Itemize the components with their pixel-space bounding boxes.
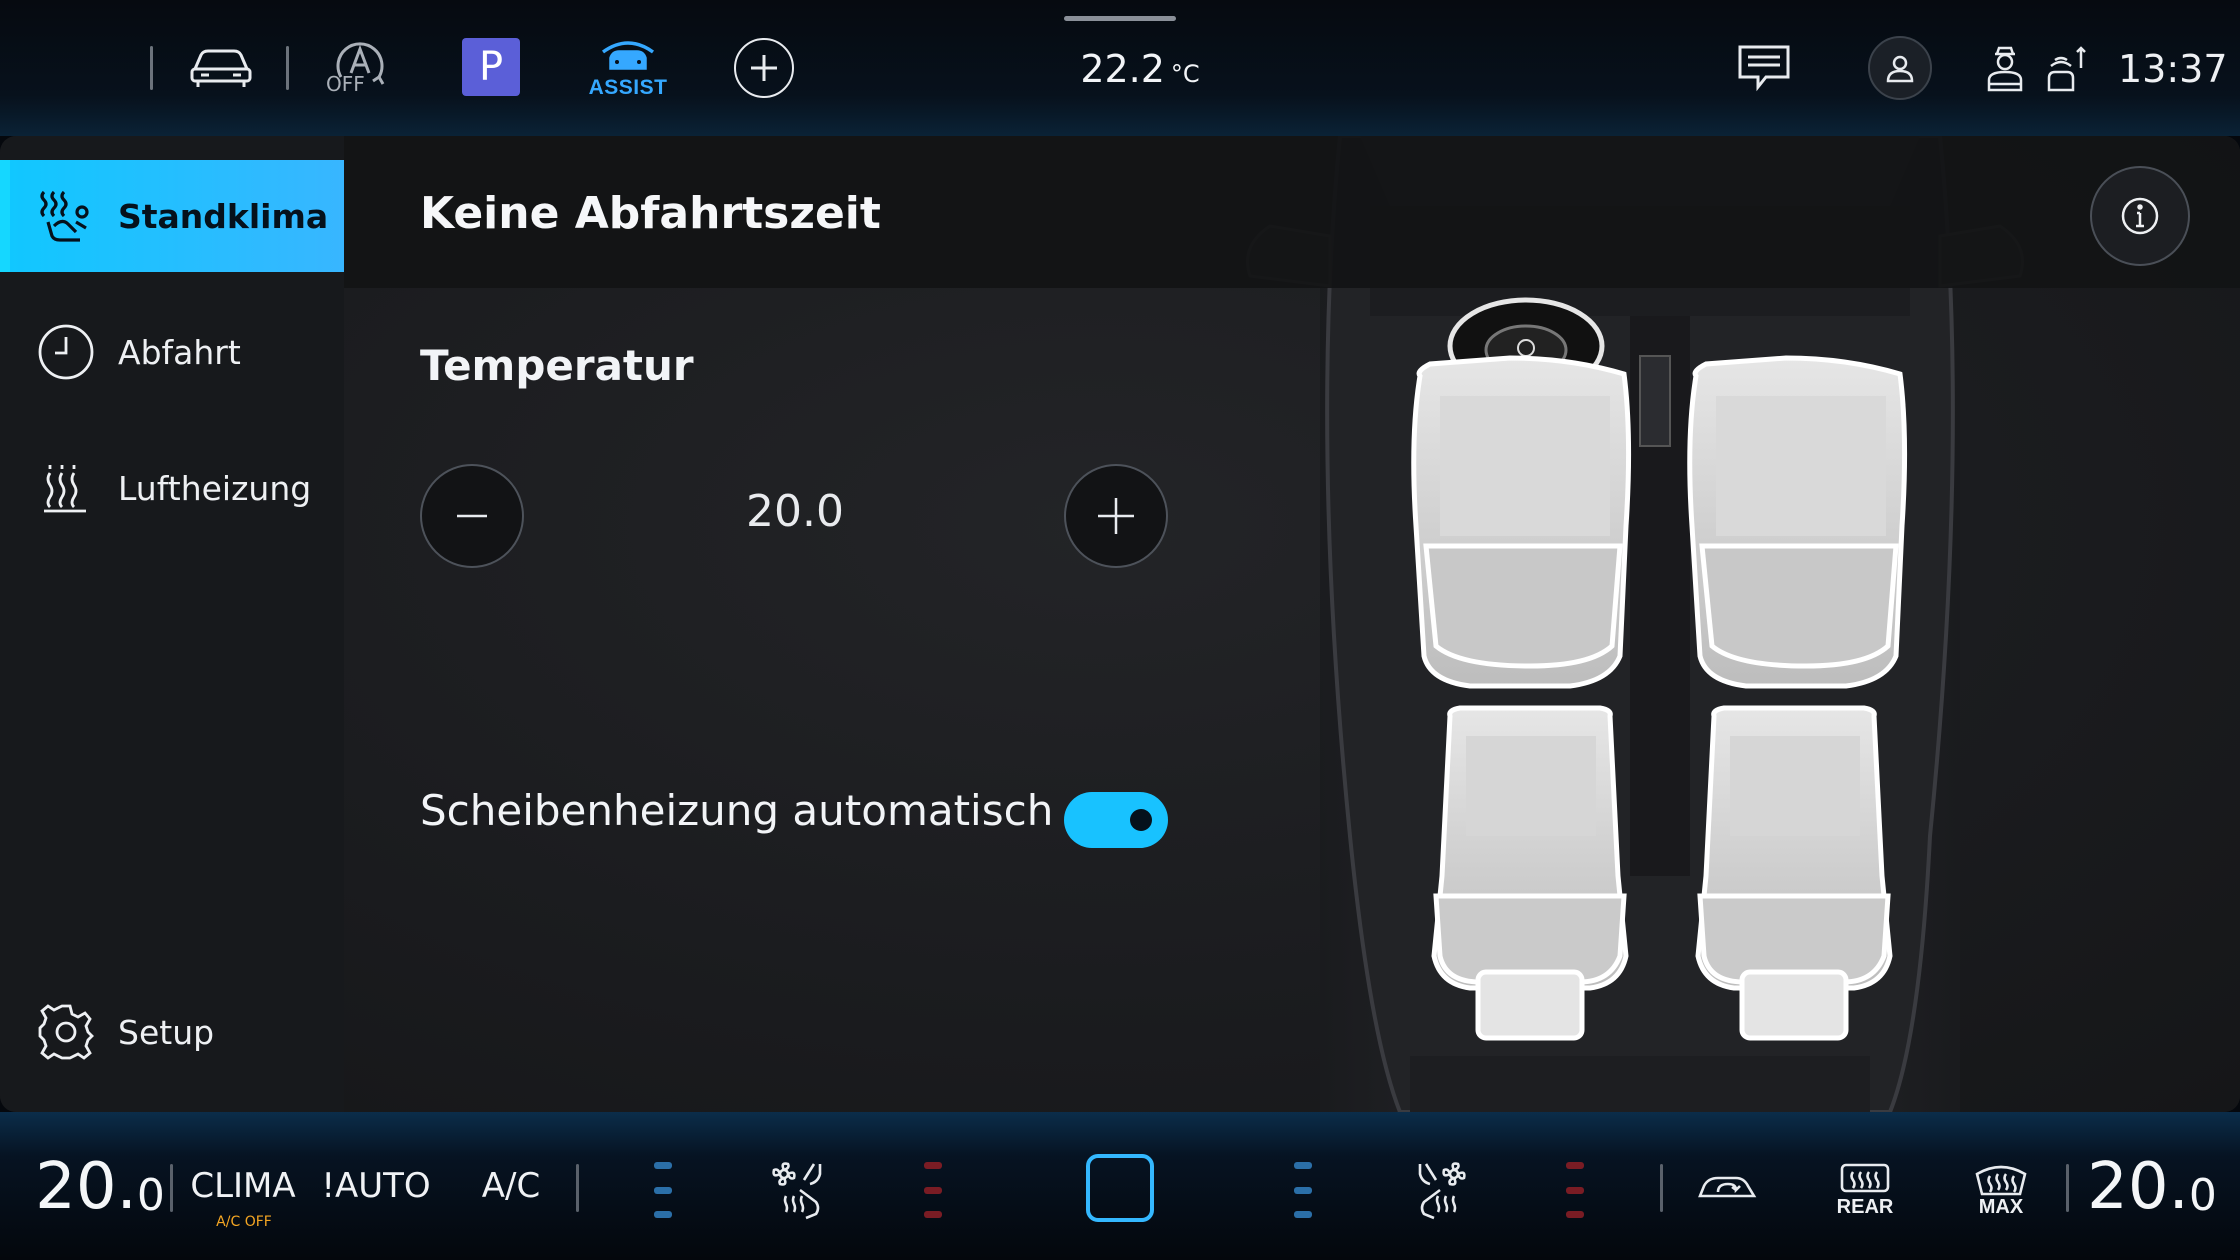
pull-down-handle[interactable]: [1064, 16, 1176, 21]
main-panel: Standklima Abfahrt Luftheizung Setup Kei…: [0, 136, 2240, 1112]
divider: [576, 1164, 579, 1212]
rear-defrost-button[interactable]: REAR: [1830, 1152, 1900, 1228]
apps-grid-icon[interactable]: [32, 46, 122, 88]
sidebar-item-label: Standklima: [118, 196, 329, 236]
clima-button[interactable]: CLIMA: [188, 1166, 298, 1206]
assist-button[interactable]: ASSIST: [588, 36, 668, 102]
assist-label: ASSIST: [588, 76, 668, 99]
park-label: P: [478, 44, 504, 90]
left-seat-cooling-level[interactable]: [654, 1162, 672, 1218]
clock-icon: [36, 322, 96, 382]
sidebar-item-label: Luftheizung: [118, 468, 312, 508]
outside-temperature: 22.2 °C: [1040, 44, 1240, 94]
sidebar-item-standklima[interactable]: Standklima: [0, 160, 344, 272]
screen-heating-label: Scheibenheizung automatisch: [420, 786, 1054, 835]
sidebar-item-luftheizung[interactable]: Luftheizung: [0, 432, 344, 544]
air-heating-icon: [36, 458, 96, 518]
messages-icon[interactable]: [1734, 42, 1794, 94]
left-temp-decimal: 0: [136, 1169, 165, 1221]
outside-temp-unit: °C: [1170, 60, 1200, 88]
screen-heating-toggle[interactable]: [1064, 792, 1168, 848]
left-temperature[interactable]: 20. 0: [35, 1150, 165, 1224]
left-temp-main: 20.: [35, 1150, 137, 1224]
climate-home-button[interactable]: [1086, 1154, 1154, 1222]
info-button[interactable]: [2090, 166, 2190, 266]
connectivity-icon[interactable]: [2042, 44, 2088, 94]
sidebar-item-setup[interactable]: Setup: [0, 976, 344, 1088]
temperature-decrease-button[interactable]: [420, 464, 524, 568]
driver-status-icon[interactable]: [1982, 44, 2028, 94]
right-seat-heating-level[interactable]: [1566, 1162, 1584, 1218]
right-temp-decimal: 0: [2188, 1169, 2217, 1221]
right-temp-main: 20.: [2087, 1150, 2189, 1224]
temperature-label: Temperatur: [420, 341, 694, 390]
auto-hold-off-label: OFF: [326, 72, 365, 96]
ac-button[interactable]: A/C: [476, 1164, 546, 1208]
outside-temp-value: 22.2: [1080, 47, 1165, 91]
park-assist-button[interactable]: P: [462, 38, 520, 96]
user-profile-button[interactable]: [1868, 36, 1932, 100]
temperature-increase-button[interactable]: [1064, 464, 1168, 568]
departure-title: Keine Abfahrtszeit: [420, 188, 881, 239]
clock: 13:37: [2118, 47, 2228, 91]
right-seat-ventilation-icon[interactable]: [1410, 1158, 1474, 1222]
climate-bar: 20. 0 CLIMA A/C OFF !AUTO A/C REAR MAX 2…: [0, 1112, 2240, 1260]
right-seat-cooling-level[interactable]: [1294, 1162, 1312, 1218]
temperature-value: 20.0: [746, 486, 844, 537]
auto-button[interactable]: !AUTO: [321, 1164, 430, 1208]
divider: [1660, 1164, 1663, 1212]
sidebar-item-abfahrt[interactable]: Abfahrt: [0, 296, 344, 408]
divider: [170, 1164, 173, 1212]
ac-off-indicator: A/C OFF: [216, 1214, 272, 1230]
vehicle-icon[interactable]: [186, 40, 256, 94]
air-recirculation-icon[interactable]: [1694, 1162, 1760, 1214]
divider: [150, 46, 153, 90]
gear-icon: [36, 1002, 96, 1062]
divider: [286, 46, 289, 90]
seat-climate-icon: [36, 186, 96, 246]
left-seat-ventilation-icon[interactable]: [766, 1158, 830, 1222]
sidebar-item-label: Abfahrt: [118, 332, 241, 372]
sidebar: Standklima Abfahrt Luftheizung Setup: [0, 136, 344, 1112]
left-seat-heating-level[interactable]: [924, 1162, 942, 1218]
sidebar-item-label: Setup: [118, 1012, 215, 1052]
top-status-bar: OFF P ASSIST 22.2 °C 13:37: [0, 0, 2240, 136]
max-defrost-button[interactable]: MAX: [1966, 1152, 2036, 1228]
right-temperature[interactable]: 20. 0: [2087, 1150, 2217, 1224]
auto-hold-button[interactable]: OFF: [318, 34, 398, 100]
divider: [2066, 1164, 2069, 1212]
max-defrost-label: MAX: [1978, 1195, 2024, 1218]
add-shortcut-button[interactable]: [734, 38, 794, 98]
rear-defrost-label: REAR: [1836, 1195, 1894, 1218]
toggle-knob: [1130, 809, 1152, 831]
